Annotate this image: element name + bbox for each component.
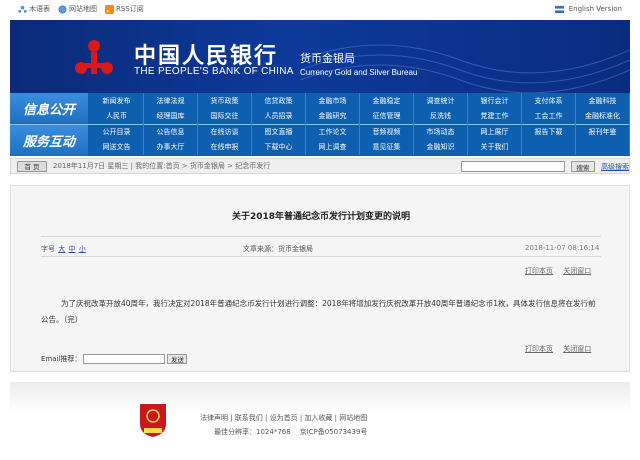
nav-item[interactable]: 法律法规	[144, 93, 198, 109]
nav-item[interactable]: 银行会计	[468, 93, 522, 109]
article-tools-bottom: 打印本页 关闭窗口	[517, 344, 591, 354]
nav-item[interactable]: 音频视频	[360, 124, 414, 140]
nav-item[interactable]: 工作论文	[306, 124, 360, 140]
nav-item[interactable]: 金融市场	[306, 93, 360, 109]
home-button[interactable]: 首 页	[17, 160, 47, 172]
footer-link[interactable]: 设为首页	[270, 414, 298, 422]
meta-divider	[41, 256, 601, 257]
article-panel: 关于2018年普通纪念币发行计划变更的说明 字号 大 中 小 文章来源：货币金银…	[10, 185, 630, 372]
icp-number[interactable]: 京ICP备05073439号	[300, 428, 368, 436]
bureau-name-cn: 货币金银局	[300, 52, 355, 65]
rss-icon	[105, 4, 114, 14]
nav-item[interactable]: 工会工作	[522, 108, 576, 124]
nav-item[interactable]: 办事大厅	[144, 139, 198, 155]
bank-name-en: THE PEOPLE'S BANK OF CHINA	[134, 66, 294, 77]
site-search-input[interactable]	[461, 161, 565, 172]
nav-item[interactable]: 报告下载	[522, 124, 576, 140]
font-size-control: 字号 大 中 小	[41, 245, 86, 253]
nav-item[interactable]: 网上调查	[306, 139, 360, 155]
main-navigation: 信息公开 服务互动 新闻发布 法律法规 货币政策 信贷政策 金融市场 金融稳定 调查统计 银行…	[10, 93, 630, 156]
nav-item[interactable]: 反洗钱	[414, 108, 468, 124]
footer-link[interactable]: 联系我们	[235, 414, 263, 422]
resolution-note: 最佳分辨率：1024*768	[214, 428, 291, 436]
footer-links: 法律声明 | 联系我们 | 设为首页 | 加入收藏 | 网站地图	[200, 414, 368, 422]
footer-link[interactable]: 网站地图	[339, 414, 367, 422]
site-footer: 法律声明 | 联系我们 | 设为首页 | 加入收藏 | 网站地图 最佳分辨率：1…	[10, 382, 630, 460]
nav-item[interactable]: 报刊年鉴	[576, 124, 630, 140]
nav-item[interactable]: 国际交往	[198, 108, 252, 124]
nav-item[interactable]: 党建工作	[468, 108, 522, 124]
breadcrumb: 2018年11月7日 星期三 | 我的位置:首页 > 货币金银局 > 纪念币发行	[53, 162, 271, 170]
nav-item[interactable]: 在线申报	[198, 139, 252, 155]
title-divider	[41, 236, 601, 237]
print-link-bottom[interactable]: 打印本页	[525, 345, 553, 353]
bureau-name-en: Currency Gold and Silver Bureau	[300, 68, 418, 77]
font-size-medium[interactable]: 中	[68, 245, 75, 253]
topbar-link-2[interactable]: RSS订阅	[105, 4, 144, 14]
article-title: 关于2018年普通纪念币发行计划变更的说明	[231, 212, 411, 222]
search-button[interactable]: 搜索	[571, 161, 595, 172]
nav-item[interactable]: 金融知识	[414, 139, 468, 155]
nav-item[interactable]: 下载中心	[252, 139, 306, 155]
email-recommend: Email推荐： 发送	[41, 354, 188, 364]
nav-item[interactable]: 图文直播	[252, 124, 306, 140]
nav-item[interactable]: 公告信息	[144, 124, 198, 140]
nav-section-info-disclosure[interactable]: 信息公开	[10, 93, 88, 124]
tree-icon	[18, 5, 27, 14]
nav-item	[576, 139, 630, 155]
nav-item[interactable]: 意见征集	[360, 139, 414, 155]
footer-info: 最佳分辨率：1024*768 京ICP备05073439号	[214, 427, 367, 437]
article-body: 为了庆祝改革开放40周年，我行决定对2018年普通纪念币发行计划进行调整：201…	[41, 299, 596, 324]
nav-item[interactable]: 金融稳定	[360, 93, 414, 109]
nav-item[interactable]: 金融研究	[306, 108, 360, 124]
nav-item[interactable]: 公开目录	[90, 124, 144, 140]
email-input[interactable]	[83, 354, 166, 364]
nav-item[interactable]: 人民币	[90, 108, 144, 124]
nav-link-grid: 新闻发布 法律法规 货币政策 信贷政策 金融市场 金融稳定 调查统计 银行会计 支付体系 金融科技…	[90, 93, 630, 155]
topbar-link-0[interactable]: 木语表	[18, 4, 50, 14]
footer-link[interactable]: 法律声明	[200, 414, 228, 422]
print-link[interactable]: 打印本页	[525, 267, 553, 275]
globe-icon	[58, 5, 67, 14]
article-tools-top: 打印本页 关闭窗口	[517, 266, 591, 276]
government-badge-icon	[140, 404, 166, 437]
font-size-small[interactable]: 小	[79, 245, 86, 253]
nav-item[interactable]: 信贷政策	[252, 93, 306, 109]
flag-icon	[554, 5, 564, 14]
nav-item[interactable]: 支付体系	[522, 93, 576, 109]
nav-item[interactable]: 货币政策	[198, 93, 252, 109]
nav-item[interactable]: 关于我们	[468, 139, 522, 155]
nav-item[interactable]: 调查统计	[414, 93, 468, 109]
breadcrumb-bar: 首 页 2018年11月7日 星期三 | 我的位置:首页 > 货币金银局 > 纪…	[10, 158, 630, 174]
close-window-link[interactable]: 关闭窗口	[563, 267, 591, 275]
nav-item[interactable]: 征信管理	[360, 108, 414, 124]
font-size-large[interactable]: 大	[58, 245, 65, 253]
nav-item[interactable]: 网送文告	[90, 139, 144, 155]
close-window-link-bottom[interactable]: 关闭窗口	[563, 345, 591, 353]
nav-item[interactable]: 金融标准化	[576, 108, 630, 124]
topbar-link-1[interactable]: 网站地图	[58, 4, 97, 14]
pboc-logo-icon	[75, 40, 113, 74]
nav-section-service[interactable]: 服务互动	[10, 125, 88, 156]
nav-item[interactable]: 新闻发布	[90, 93, 144, 109]
nav-item[interactable]: 金融科技	[576, 93, 630, 109]
site-banner: 中国人民银行 THE PEOPLE'S BANK OF CHINA 货币金银局 …	[10, 20, 630, 93]
footer-link[interactable]: 加入收藏	[304, 414, 332, 422]
nav-item	[522, 139, 576, 155]
nav-item[interactable]: 网上展厅	[468, 124, 522, 140]
nav-item[interactable]: 在线访谈	[198, 124, 252, 140]
nav-item[interactable]: 人员招录	[252, 108, 306, 124]
nav-item[interactable]: 经理国库	[144, 108, 198, 124]
nav-item[interactable]: 市场动态	[414, 124, 468, 140]
article-source: 文章来源：货币金银局	[243, 245, 313, 253]
article-date: 2018-11-07 08:16:14	[525, 244, 600, 252]
top-utility-bar: 木语表 网站地图 RSS订阅 English Version	[0, 0, 640, 18]
advanced-search-link[interactable]: 高级搜索	[601, 162, 629, 172]
send-button[interactable]: 发送	[167, 354, 188, 364]
english-version-link[interactable]: English Version	[554, 5, 622, 14]
